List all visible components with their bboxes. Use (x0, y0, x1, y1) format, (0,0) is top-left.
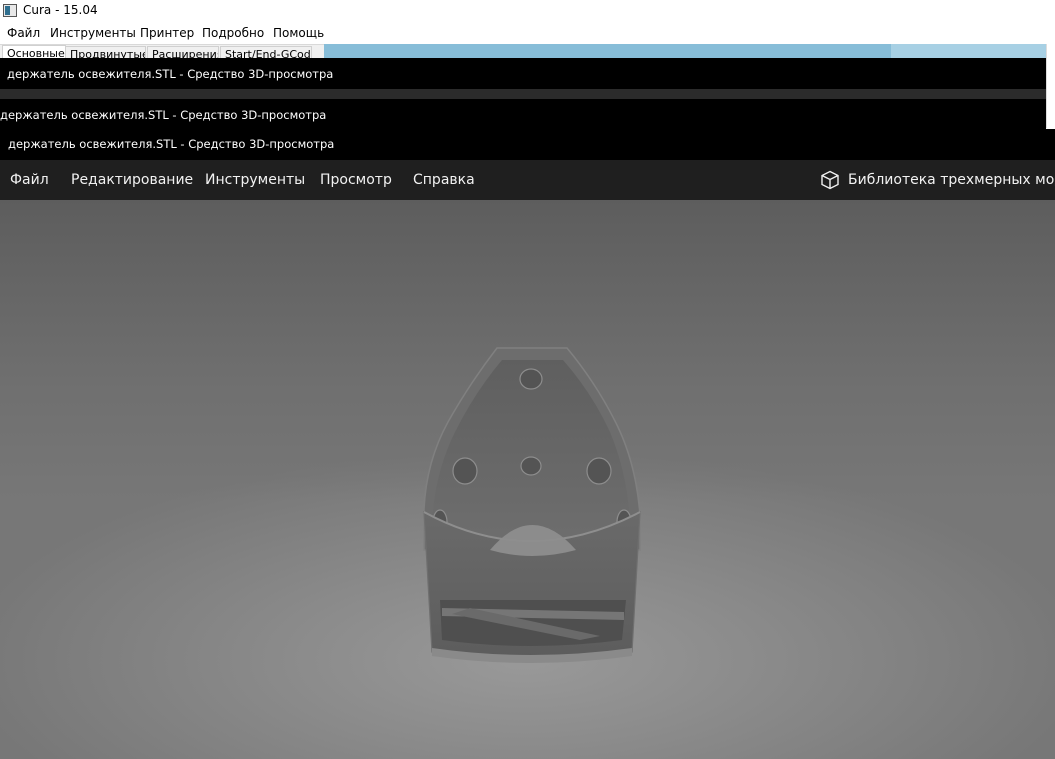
cura-menu-tools[interactable]: Инструменты (50, 26, 136, 40)
ghost-window-title: держатель освежителя.STL - Средство 3D-п… (0, 108, 327, 122)
ghost-window-gap (0, 89, 1046, 99)
cura-app-icon (3, 4, 17, 17)
model-render[interactable] (0, 200, 1055, 759)
3d-library-label: Библиотека трехмерных моделей (848, 172, 1055, 188)
cura-menu-expert[interactable]: Подробно (202, 26, 264, 40)
ghost-window-titlebar: держатель освежителя.STL - Средство 3D-п… (0, 58, 1046, 89)
3d-library-link[interactable]: Библиотека трехмерных моделей (820, 169, 1055, 191)
ghost-window-title: держатель освежителя.STL - Средство 3D-п… (7, 67, 334, 81)
cura-menubar: Файл Инструменты Принтер Подробно Помощь (0, 23, 1055, 43)
viewer-window-title: держатель освежителя.STL - Средство 3D-п… (8, 137, 335, 151)
cura-titlebar: Cura - 15.04 (0, 0, 1055, 22)
cube-outline-icon (821, 170, 839, 190)
menu-edit[interactable]: Редактирование (71, 172, 193, 188)
model-hole (452, 457, 478, 485)
cura-window-title: Cura - 15.04 (23, 3, 98, 17)
viewer-menubar: Файл Редактирование Инструменты Просмотр… (0, 160, 1055, 200)
cura-window-edge (1046, 44, 1055, 128)
cura-menu-file[interactable]: Файл (7, 26, 40, 40)
viewer-titlebar[interactable]: держатель освежителя.STL - Средство 3D-п… (0, 129, 1055, 160)
ghost-window-titlebar: держатель освежителя.STL - Средство 3D-п… (0, 99, 1046, 129)
3d-viewport[interactable] (0, 200, 1055, 759)
cura-menu-help[interactable]: Помощь (273, 26, 324, 40)
model-hole (520, 456, 542, 476)
cura-menu-printer[interactable]: Принтер (140, 26, 194, 40)
menu-tools[interactable]: Инструменты (205, 172, 305, 188)
model-hole (519, 368, 543, 390)
viewer-window: держатель освежителя.STL - Средство 3D-п… (0, 129, 1055, 759)
menu-view[interactable]: Просмотр (320, 172, 392, 188)
menu-file[interactable]: Файл (10, 172, 49, 188)
model-hole (586, 457, 612, 485)
menu-help[interactable]: Справка (413, 172, 475, 188)
